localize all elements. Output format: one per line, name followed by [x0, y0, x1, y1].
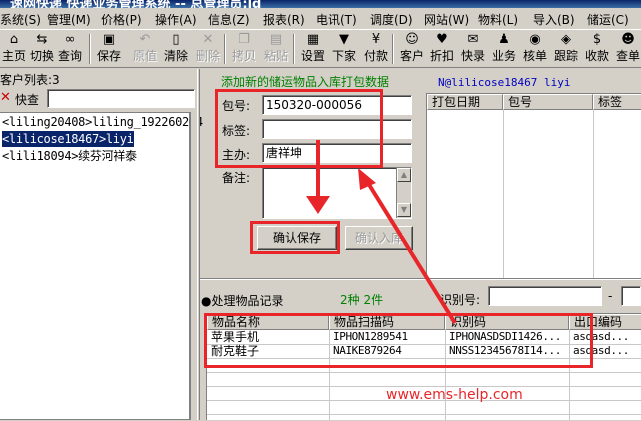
arrow-up-to-form [366, 181, 457, 325]
arrow-up-head [358, 168, 376, 190]
watermark-text: www.ems-help.com [386, 387, 523, 403]
arrow-down-head [306, 196, 330, 214]
annotation-arrows [306, 140, 457, 325]
